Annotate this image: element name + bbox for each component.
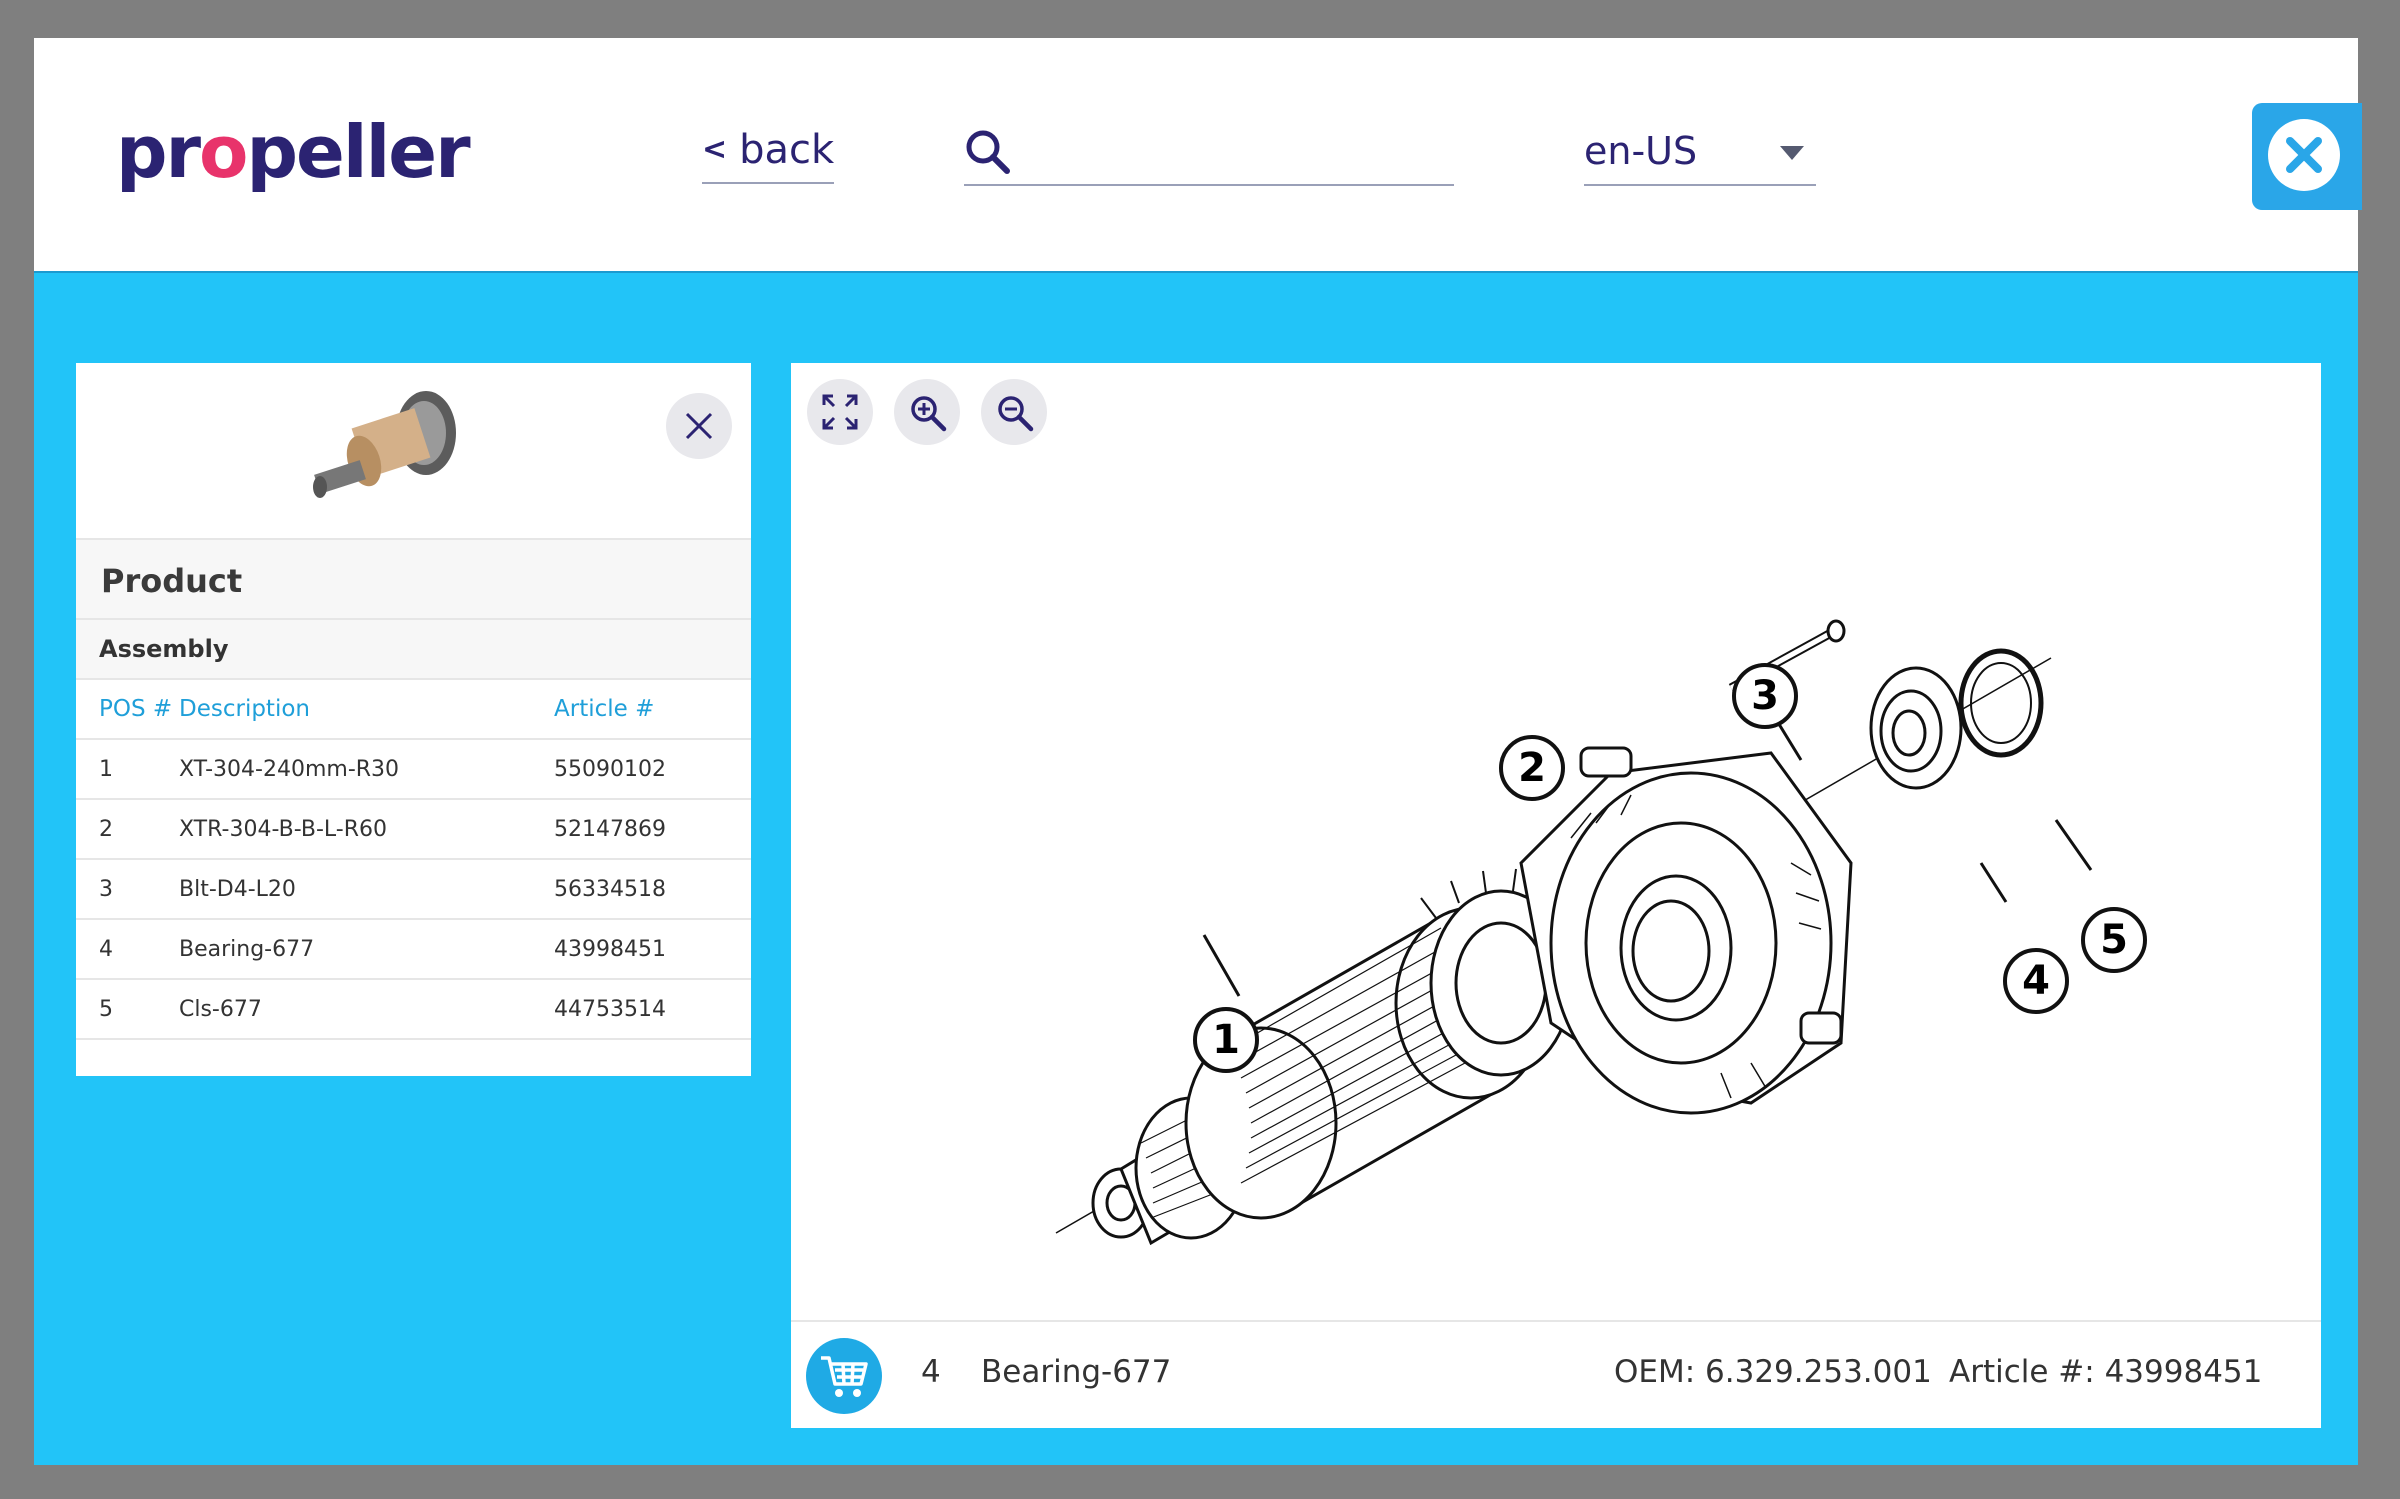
panel-subtitle: Assembly (76, 620, 751, 680)
zoom-out-icon (998, 396, 1034, 432)
callout-label-1[interactable]: 1 (1195, 997, 1257, 1083)
cart-icon (821, 1356, 868, 1397)
selected-pos: 4 (921, 1354, 941, 1390)
zoom-in-button[interactable] (894, 379, 960, 445)
table-row[interactable]: 1 XT-304-240mm-R30 55090102 (76, 739, 751, 800)
cell-article: 43998451 (554, 919, 751, 980)
selected-oem: OEM: 6.329.253.001 (1614, 1354, 1932, 1390)
fullscreen-icon (822, 394, 858, 430)
panel-title: Product (76, 538, 751, 620)
cell-pos: 2 (76, 799, 179, 860)
back-chevron-icon: < (702, 132, 728, 167)
back-label: back (739, 127, 835, 173)
exploded-view-diagram (1055, 619, 2147, 1246)
selected-name: Bearing-677 (981, 1354, 1172, 1390)
callout-label-4[interactable]: 4 (2005, 938, 2067, 1024)
close-viewer-button[interactable] (2252, 103, 2362, 210)
fullscreen-button[interactable] (807, 379, 873, 445)
callout-label-2[interactable]: 2 (1501, 725, 1563, 811)
language-value: en-US (1584, 129, 1698, 173)
cell-description: Bearing-677 (179, 919, 554, 980)
cell-pos: 4 (76, 919, 179, 980)
close-icon (685, 412, 713, 440)
zoom-in-icon (911, 396, 947, 432)
cell-article: 44753514 (554, 979, 751, 1040)
diagram-viewer: 1 2 3 4 5 4 Bearing-677 OEM: 6.329.253.0… (791, 363, 2321, 1428)
cell-article: 55090102 (554, 739, 751, 800)
cell-description: XT-304-240mm-R30 (179, 739, 554, 800)
selected-part-bar: 4 Bearing-677 OEM: 6.329.253.001 Article… (791, 1320, 2321, 1428)
cell-description: Cls-677 (179, 979, 554, 1040)
callout-label-5[interactable]: 5 (2083, 897, 2145, 983)
column-header-description: Description (179, 680, 554, 740)
selected-article: Article #: 43998451 (1949, 1354, 2263, 1390)
cell-article: 56334518 (554, 859, 751, 920)
product-thumbnail (313, 391, 456, 498)
parts-viewer-window: propeller < back en-US Product Assembly … (34, 38, 2362, 1465)
cell-pos: 3 (76, 859, 179, 920)
product-panel: Product Assembly POS # Description Artic… (76, 363, 751, 1076)
cell-description: Blt-D4-L20 (179, 859, 554, 920)
table-row[interactable]: 5 Cls-677 44753514 (76, 979, 751, 1040)
language-select[interactable]: en-US (1584, 126, 1816, 186)
dropdown-caret-icon (1780, 146, 1804, 160)
header: propeller < back en-US (34, 38, 2362, 273)
search-box (964, 126, 1454, 186)
cell-pos: 1 (76, 739, 179, 800)
cell-article: 52147869 (554, 799, 751, 860)
cell-pos: 5 (76, 979, 179, 1040)
column-header-pos: POS # (76, 680, 179, 740)
close-icon (2268, 119, 2340, 191)
table-row[interactable]: 3 Blt-D4-L20 56334518 (76, 859, 751, 920)
table-row[interactable]: 2 XTR-304-B-B-L-R60 52147869 (76, 799, 751, 860)
back-link[interactable]: < back (702, 126, 834, 184)
propeller-logo: propeller (116, 110, 471, 194)
cell-description: XTR-304-B-B-L-R60 (179, 799, 554, 860)
search-icon (966, 130, 1010, 174)
column-header-article: Article # (554, 680, 751, 740)
parts-table: POS # Description Article # 1 XT-304-240… (76, 680, 751, 1040)
zoom-out-button[interactable] (981, 379, 1047, 445)
search-input[interactable] (1034, 130, 1448, 176)
add-to-cart-button[interactable] (806, 1338, 882, 1414)
callout-label-3[interactable]: 3 (1734, 653, 1796, 739)
table-row[interactable]: 4 Bearing-677 43998451 (76, 919, 751, 980)
table-header-row: POS # Description Article # (76, 680, 751, 740)
panel-close-button[interactable] (666, 393, 732, 459)
